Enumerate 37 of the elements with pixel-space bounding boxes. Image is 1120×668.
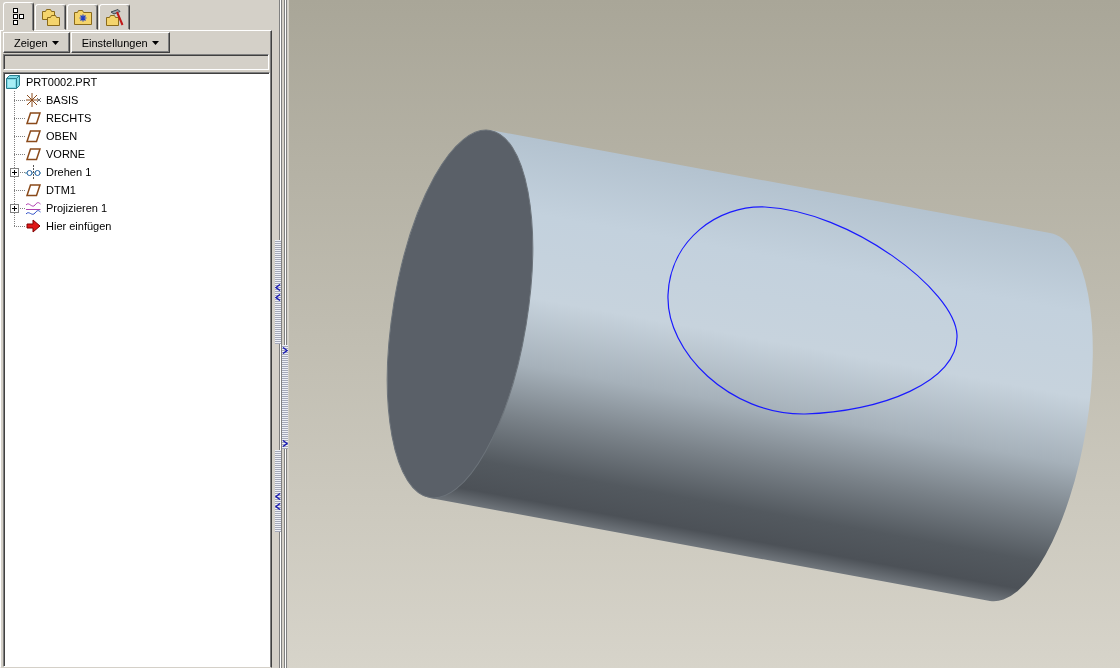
tree-item[interactable]: Projizieren 1 [45, 201, 109, 215]
tree-item[interactable]: Drehen 1 [45, 165, 93, 179]
collapse-handle[interactable] [275, 450, 281, 532]
arrow-right-icon [25, 218, 41, 234]
wave-curves-icon [25, 200, 41, 216]
axis-cross-icon [25, 92, 41, 108]
axis-circles-icon [25, 164, 41, 180]
parallelogram-icon [25, 182, 41, 198]
parallelogram-icon [25, 110, 41, 126]
tree-item[interactable]: OBEN [45, 129, 79, 143]
chevron-right-icon [282, 440, 288, 447]
panel-tab[interactable] [99, 4, 130, 30]
dropdown-button[interactable]: Einstellungen [70, 32, 170, 53]
plus-box-icon[interactable] [10, 167, 19, 177]
folder-hammer-icon [105, 8, 124, 26]
collapse-handle[interactable] [275, 240, 281, 344]
tree-item[interactable]: DTM1 [45, 183, 77, 197]
tree-item[interactable]: BASIS [45, 93, 80, 107]
dropdown-button[interactable]: Zeigen [3, 32, 70, 53]
folders-icon [41, 8, 60, 26]
caret-icon [151, 40, 159, 45]
panel-tab[interactable] [35, 4, 66, 30]
tree-item[interactable]: Hier einfügen [45, 219, 113, 233]
tree-item[interactable]: VORNE [45, 147, 87, 161]
panel-tab[interactable] [67, 4, 98, 30]
parallelogram-icon [25, 128, 41, 144]
panel-tab[interactable] [3, 2, 34, 31]
folder-star-icon [73, 9, 92, 25]
collapse-handle[interactable] [282, 345, 288, 449]
chevron-right-icon [282, 347, 288, 354]
tree-item[interactable]: PRT0002.PRT [25, 75, 99, 89]
caret-icon [51, 40, 59, 45]
cube-icon [5, 74, 21, 90]
parallelogram-icon [25, 146, 41, 162]
plus-box-icon[interactable] [10, 203, 19, 213]
tree-structure-icon [13, 8, 24, 25]
tree-item[interactable]: RECHTS [45, 111, 93, 125]
